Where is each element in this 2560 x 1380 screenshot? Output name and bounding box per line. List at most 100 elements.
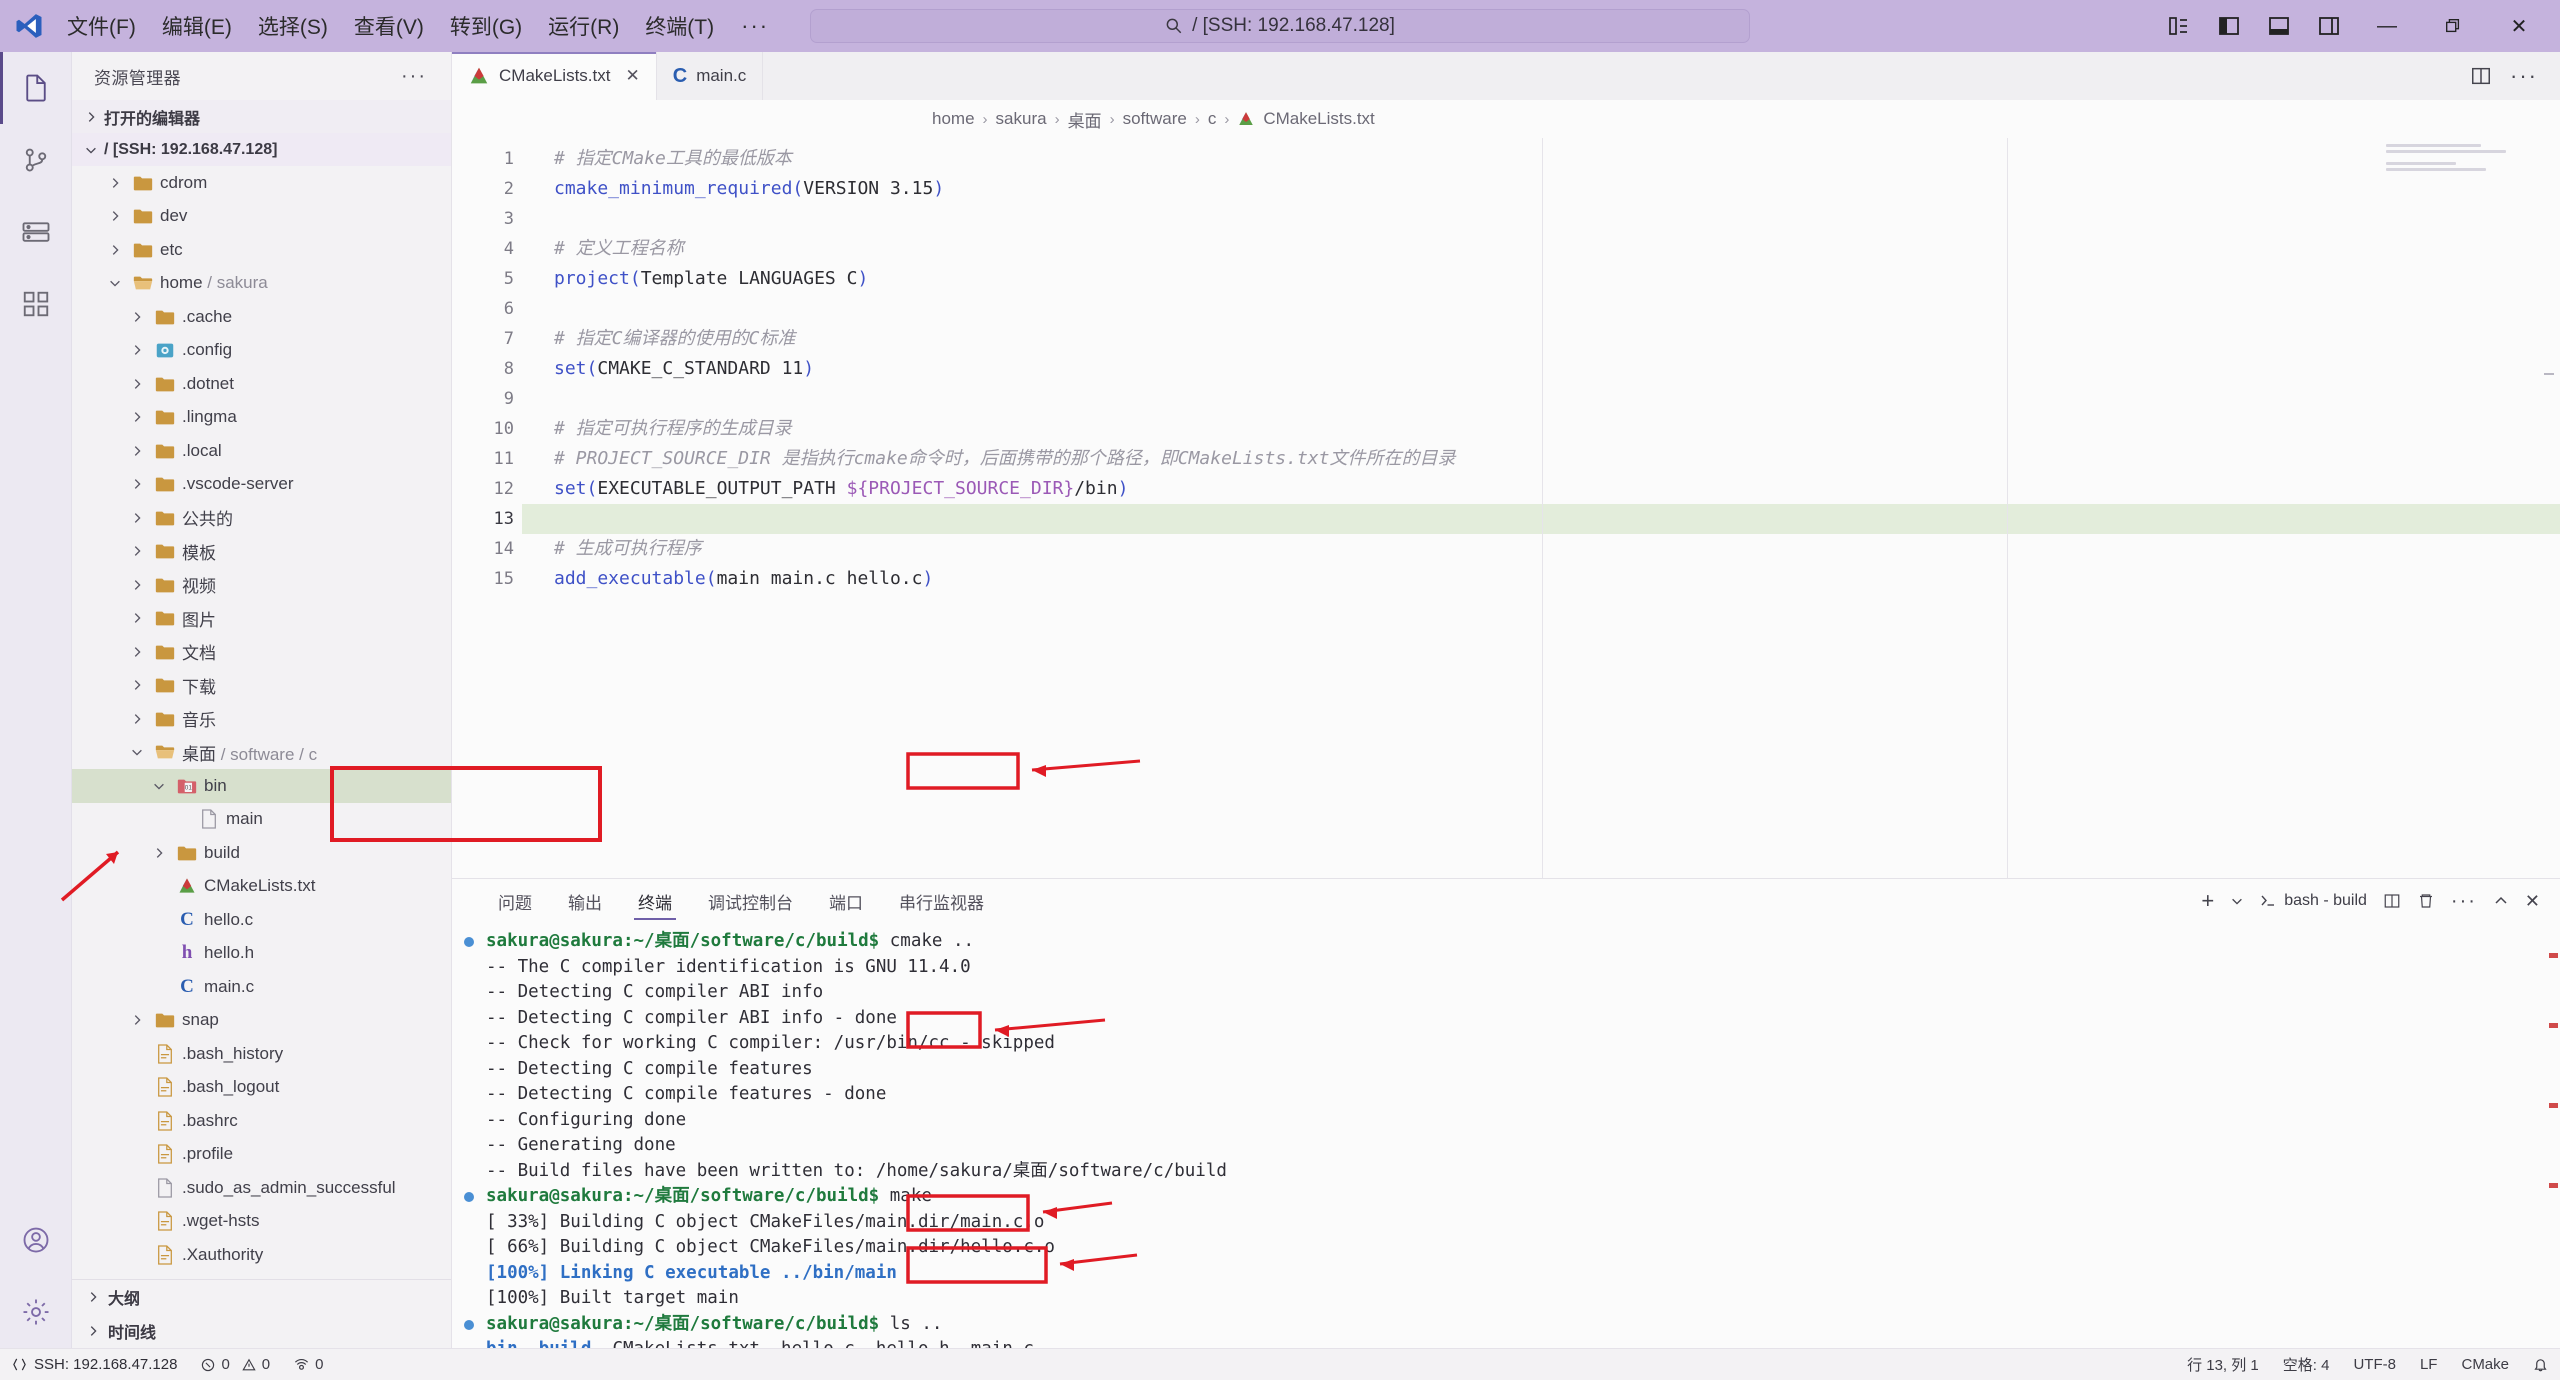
tree-item-cdrom[interactable]: cdrom <box>72 166 451 200</box>
menu-file[interactable]: 文件(F) <box>54 6 149 46</box>
status-problems[interactable]: 0 0 <box>189 1349 282 1380</box>
terminal-scrollbar[interactable] <box>2546 923 2560 1348</box>
panel-tab-problems[interactable]: 问题 <box>480 889 550 914</box>
activity-accounts[interactable] <box>0 1204 72 1276</box>
breadcrumb-file[interactable]: CMakeLists.txt <box>1263 109 1374 129</box>
chevron-right-icon[interactable] <box>130 310 152 324</box>
tree-item-.Xauthority[interactable]: .Xauthority <box>72 1238 451 1272</box>
activity-settings[interactable] <box>0 1276 72 1348</box>
tab-close-icon[interactable]: ✕ <box>625 66 639 86</box>
tree-item-.vscode-server[interactable]: .vscode-server <box>72 468 451 502</box>
tree-item-.local[interactable]: .local <box>72 434 451 468</box>
tab-mainc[interactable]: C main.c <box>657 52 764 100</box>
toggle-secondary-sidebar-icon[interactable] <box>2306 6 2352 46</box>
tree-item-.sudo_as_admin_successful[interactable]: .sudo_as_admin_successful <box>72 1171 451 1205</box>
tree-item-home[interactable]: home / sakura <box>72 267 451 301</box>
section-open-editors[interactable]: 打开的编辑器 <box>72 100 451 133</box>
chevron-right-icon[interactable] <box>130 343 152 357</box>
chevron-right-icon[interactable] <box>130 712 152 726</box>
trash-icon[interactable] <box>2417 892 2435 910</box>
tree-item-.profile[interactable]: .profile <box>72 1138 451 1172</box>
code-line[interactable]: project(Template LANGUAGES C) <box>522 264 2560 294</box>
split-editor-icon[interactable] <box>2470 65 2492 87</box>
menu-selection[interactable]: 选择(S) <box>245 6 341 46</box>
chevron-down-icon[interactable] <box>130 745 152 759</box>
tree-item-hello.c[interactable]: Chello.c <box>72 903 451 937</box>
activity-source-control[interactable] <box>0 124 72 196</box>
terminal-selector[interactable]: bash - build <box>2260 892 2367 910</box>
section-outline[interactable]: 大纲 <box>72 1280 451 1314</box>
tree-item-bin[interactable]: 01 bin <box>72 769 451 803</box>
more-actions-icon[interactable]: ··· <box>2510 63 2538 89</box>
chevron-right-icon[interactable] <box>130 678 152 692</box>
code-line[interactable] <box>522 294 2560 324</box>
tree-item-main.c[interactable]: Cmain.c <box>72 970 451 1004</box>
breadcrumb-home[interactable]: home <box>932 109 975 129</box>
menu-run[interactable]: 运行(R) <box>535 6 632 46</box>
chevron-right-icon[interactable] <box>130 1013 152 1027</box>
section-workspace[interactable]: / [SSH: 192.168.47.128] <box>72 133 451 166</box>
code-line[interactable]: # 指定CMake工具的最低版本 <box>522 144 2560 174</box>
split-terminal-icon[interactable] <box>2383 892 2401 910</box>
code-line[interactable]: # 生成可执行程序 <box>522 534 2560 564</box>
chevron-down-icon[interactable] <box>2230 894 2244 908</box>
menu-terminal[interactable]: 终端(T) <box>632 6 727 46</box>
code-line[interactable] <box>522 204 2560 234</box>
add-terminal-icon[interactable]: + <box>2201 888 2214 914</box>
tree-item-.lingma[interactable]: .lingma <box>72 401 451 435</box>
chevron-right-icon[interactable] <box>108 243 130 257</box>
panel-tab-debug-console[interactable]: 调试控制台 <box>690 889 811 914</box>
tree-item-.bash_logout[interactable]: .bash_logout <box>72 1071 451 1105</box>
tree-item-[interactable]: 公共的 <box>72 501 451 535</box>
file-tree[interactable]: cdrom dev etc home / sakura .cache .config .do… <box>72 166 451 1279</box>
tree-item-[interactable]: 下载 <box>72 669 451 703</box>
tree-item-[interactable]: 图片 <box>72 602 451 636</box>
status-encoding[interactable]: UTF-8 <box>2341 1349 2408 1380</box>
code-line[interactable]: # 指定可执行程序的生成目录 <box>522 414 2560 444</box>
tree-item-snap[interactable]: snap <box>72 1004 451 1038</box>
chevron-right-icon[interactable] <box>130 477 152 491</box>
customize-layout-icon[interactable] <box>2156 6 2202 46</box>
menu-go[interactable]: 转到(G) <box>437 6 535 46</box>
chevron-right-icon[interactable] <box>152 846 174 860</box>
code-line[interactable]: add_executable(main main.c hello.c) <box>522 564 2560 594</box>
breadcrumb-c[interactable]: c <box>1208 109 1217 129</box>
status-language-mode[interactable]: CMake <box>2449 1349 2521 1380</box>
breadcrumb-sakura[interactable]: sakura <box>996 109 1047 129</box>
sidebar-more-icon[interactable]: ··· <box>401 65 441 88</box>
tree-item-.cache[interactable]: .cache <box>72 300 451 334</box>
breadcrumb-software[interactable]: software <box>1123 109 1187 129</box>
chevron-right-icon[interactable] <box>108 209 130 223</box>
command-center[interactable]: / [SSH: 192.168.47.128] <box>810 9 1750 43</box>
tree-item-[interactable]: 视频 <box>72 568 451 602</box>
code-line[interactable]: # PROJECT_SOURCE_DIR 是指执行cmake命令时，后面携带的那… <box>522 444 2560 474</box>
status-indentation[interactable]: 空格: 4 <box>2271 1349 2342 1380</box>
chevron-up-icon[interactable] <box>2493 893 2509 909</box>
status-cursor-position[interactable]: 行 13, 列 1 <box>2175 1349 2271 1380</box>
toggle-panel-icon[interactable] <box>2256 6 2302 46</box>
tree-item-main[interactable]: main <box>72 803 451 837</box>
chevron-right-icon[interactable] <box>130 645 152 659</box>
tree-item-[interactable]: 模板 <box>72 535 451 569</box>
code-line[interactable]: set(CMAKE_C_STANDARD 11) <box>522 354 2560 384</box>
panel-tab-output[interactable]: 输出 <box>550 889 620 914</box>
window-minimize-button[interactable]: — <box>2356 0 2418 52</box>
activity-explorer[interactable] <box>0 52 72 124</box>
code-content[interactable]: # 指定CMake工具的最低版本 cmake_minimum_required(V… <box>522 138 2560 878</box>
status-eol[interactable]: LF <box>2408 1349 2450 1380</box>
tree-item-[interactable]: 文档 <box>72 635 451 669</box>
chevron-right-icon[interactable] <box>130 410 152 424</box>
toggle-primary-sidebar-icon[interactable] <box>2206 6 2252 46</box>
activity-extensions[interactable] <box>0 268 72 340</box>
tree-item-build[interactable]: build <box>72 836 451 870</box>
tree-item-.bashrc[interactable]: .bashrc <box>72 1104 451 1138</box>
code-line[interactable]: # 指定C编译器的使用的C标准 <box>522 324 2560 354</box>
editor-scrollbar[interactable] <box>2544 373 2554 375</box>
tree-item-etc[interactable]: etc <box>72 233 451 267</box>
tree-item-dev[interactable]: dev <box>72 200 451 234</box>
panel-tab-ports[interactable]: 端口 <box>811 889 881 914</box>
tree-item-.bash_history[interactable]: .bash_history <box>72 1037 451 1071</box>
chevron-right-icon[interactable] <box>130 444 152 458</box>
tree-item-lib[interactable]: lib <box>72 1272 451 1279</box>
close-icon[interactable]: ✕ <box>2525 891 2540 912</box>
